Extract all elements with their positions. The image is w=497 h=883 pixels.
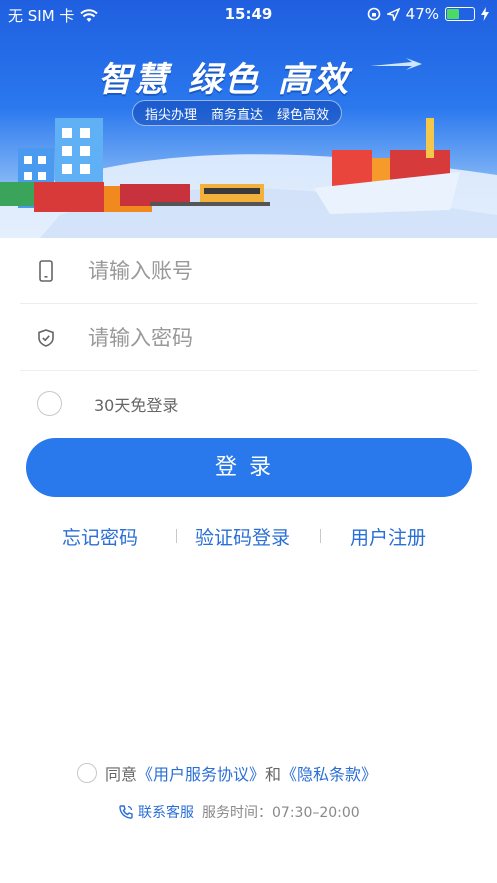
password-field [20,305,478,371]
login-button[interactable]: 登录 [26,438,472,497]
location-arrow-icon [386,7,400,21]
header-banner: 无 SIM 卡 15:49 47% 智慧 绿色 高效 指尖办理 商务直达 绿色高… [0,0,497,238]
banner-tag: 绿色高效 [277,107,330,123]
slogan-word: 智慧 [98,60,170,100]
agree-radio[interactable] [77,763,97,783]
remember-login[interactable]: 30天免登录 [37,391,178,416]
agreement-row: 同意 《用户服务协议》 和 《隐私条款》 [77,761,377,785]
phone-call-icon [119,805,133,819]
link-divider [176,529,177,543]
status-right: 47% [367,5,489,23]
service-row: 联系客服 服务时间：07:30–20:00 [118,802,360,822]
banner-tag: 商务直达 [211,107,264,123]
charging-bolt-icon [481,7,489,21]
account-field [20,238,478,304]
shield-check-icon [20,328,72,347]
phone-icon [20,259,72,282]
banner-slogan: 智慧 绿色 高效 [98,52,368,101]
user-agreement-link[interactable]: 《用户服务协议》 [137,761,265,785]
sms-login-link[interactable]: 验证码登录 [195,523,290,550]
remember-label: 30天免登录 [94,395,179,415]
banner-tags: 指尖办理 商务直达 绿色高效 [132,100,343,126]
status-bar: 无 SIM 卡 15:49 47% [0,0,497,28]
slogan-word: 高效 [278,60,350,100]
link-divider [320,529,321,543]
account-input[interactable] [88,258,448,283]
banner-tag: 指尖办理 [145,107,198,123]
password-input[interactable] [88,325,448,350]
rotation-lock-icon [367,7,380,21]
auth-links: 忘记密码 验证码登录 用户注册 [0,523,497,551]
forgot-password-link[interactable]: 忘记密码 [62,523,138,550]
battery-fill [447,9,459,19]
contact-service-link[interactable]: 联系客服 [138,802,194,822]
battery-percent: 47% [405,5,439,23]
slogan-word: 绿色 [188,60,260,100]
agree-and: 和 [265,765,282,784]
remember-radio[interactable] [37,391,62,416]
service-hours: 服务时间：07:30–20:00 [202,805,360,821]
agree-prefix: 同意 [105,765,138,784]
register-link[interactable]: 用户注册 [350,523,426,550]
battery-icon [445,7,475,21]
privacy-link[interactable]: 《隐私条款》 [281,761,377,785]
